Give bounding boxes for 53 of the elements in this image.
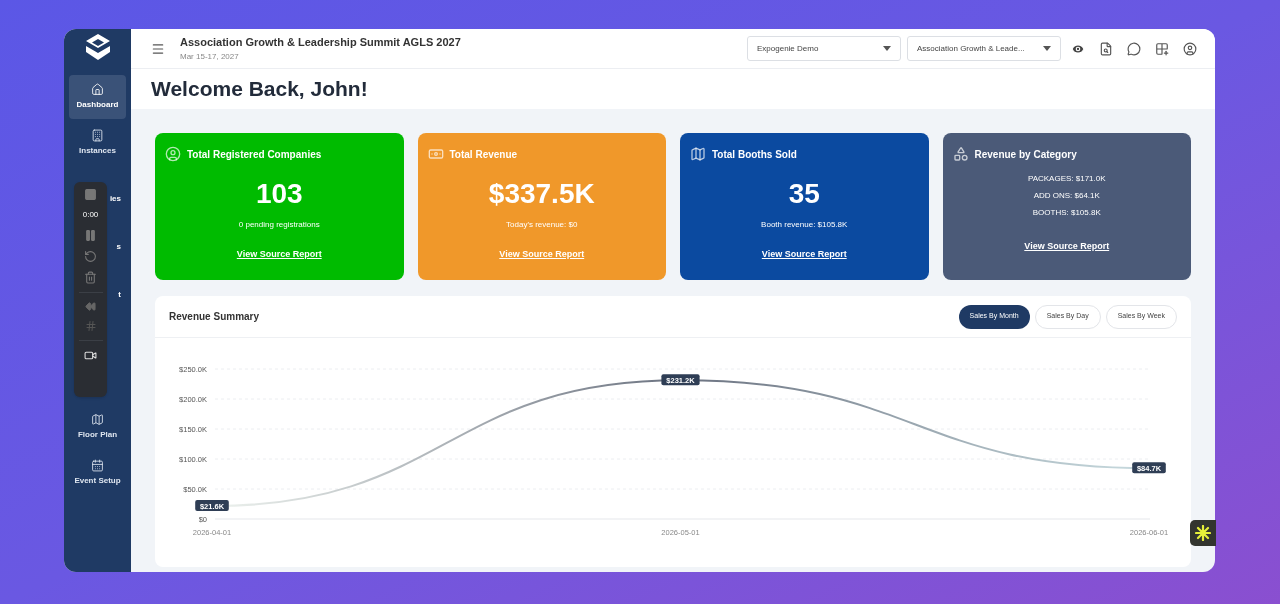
select-field[interactable]: Expogenie Demo bbox=[747, 36, 901, 61]
sidebar-item[interactable]: Floor Plan bbox=[69, 405, 126, 449]
panel-title: Revenue Summary bbox=[169, 310, 260, 324]
assistant-button[interactable] bbox=[1190, 520, 1216, 546]
stat-note: 0 pending registrations bbox=[238, 219, 320, 231]
sidebar-item-label[interactable]: t bbox=[118, 289, 121, 301]
apps-icon[interactable] bbox=[1155, 41, 1169, 56]
home-icon bbox=[91, 83, 104, 96]
stat-value: 103 bbox=[255, 178, 303, 210]
building-icon bbox=[91, 129, 104, 142]
card-title: Revenue by Category bbox=[974, 147, 1077, 162]
event-title: Association Growth & Leadership Summit AGLS 2027 bbox=[180, 35, 461, 51]
category-revenue: BOOTHS: $105.8K bbox=[1032, 207, 1101, 219]
calendar-icon bbox=[91, 459, 104, 472]
event-dates: Mar 15-17, 2027 bbox=[180, 50, 240, 63]
chat-icon[interactable] bbox=[1127, 41, 1141, 56]
user-icon bbox=[165, 146, 181, 162]
pause-icon[interactable] bbox=[84, 229, 97, 242]
banknote-icon bbox=[427, 146, 444, 162]
category-revenue: ADD ONS: $64.1K bbox=[1033, 190, 1100, 202]
sidebar-item-label[interactable]: ies bbox=[109, 193, 121, 205]
stat-note: Booth revenue: $105.8K bbox=[761, 219, 848, 231]
caret-icon bbox=[883, 46, 891, 51]
asterisk-icon bbox=[1195, 525, 1211, 541]
document-search-icon[interactable] bbox=[1099, 41, 1113, 56]
category-revenue: PACKAGES: $171.0K bbox=[1027, 173, 1106, 185]
map-icon bbox=[91, 413, 104, 426]
card-title: Total Registered Companies bbox=[187, 147, 322, 162]
caret-icon bbox=[1043, 46, 1051, 51]
sidebar-item[interactable]: Instances bbox=[69, 121, 126, 165]
card-title: Total Revenue bbox=[449, 147, 518, 162]
sidebar-item[interactable]: Dashboard bbox=[69, 75, 126, 119]
logo-icon bbox=[84, 33, 111, 61]
rewind-icon[interactable] bbox=[85, 301, 96, 312]
welcome-heading: Welcome Back, John! bbox=[151, 76, 368, 103]
source-report-link[interactable]: View Source Report bbox=[1024, 240, 1110, 254]
camera-icon[interactable] bbox=[84, 349, 97, 362]
recording-time: 0:00 bbox=[82, 209, 99, 221]
sidebar-item[interactable]: Event Setup bbox=[69, 451, 126, 495]
stat-value: $337.5K bbox=[488, 178, 595, 210]
card-title: Total Booths Sold bbox=[712, 147, 797, 162]
source-report-link[interactable]: View Source Report bbox=[761, 248, 847, 262]
delete-icon[interactable] bbox=[84, 271, 97, 284]
menu-icon[interactable] bbox=[151, 41, 165, 56]
stat-note: Today's revenue: $0 bbox=[506, 219, 578, 231]
select-field[interactable]: Association Growth & Leade... bbox=[907, 36, 1061, 61]
map-icon bbox=[690, 146, 706, 162]
restart-icon[interactable] bbox=[84, 250, 97, 263]
shapes-icon bbox=[952, 146, 969, 162]
stop-icon[interactable] bbox=[84, 188, 97, 201]
sidebar-item-label[interactable]: s bbox=[116, 241, 121, 253]
account-icon[interactable] bbox=[1183, 41, 1197, 56]
stat-value: 35 bbox=[788, 178, 820, 210]
